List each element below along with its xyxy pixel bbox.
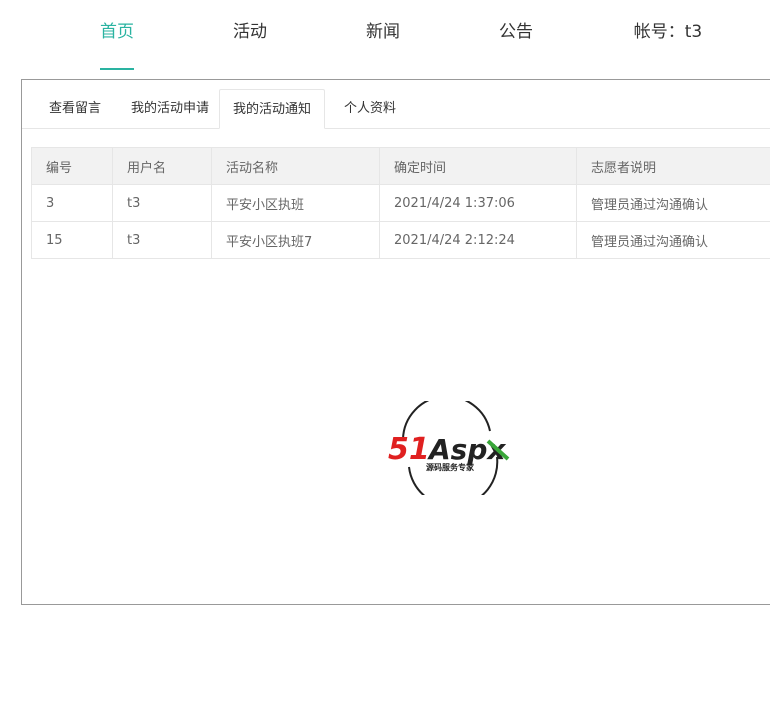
cell-confirm-time: 2021/4/24 2:12:24 <box>379 221 577 259</box>
watermark-logo: 51 Aspx 源码服务专家 <box>388 401 510 495</box>
tab-my-notifications[interactable]: 我的活动通知 <box>219 89 325 129</box>
logo-tagline: 源码服务专家 <box>426 462 475 472</box>
cell-id: 15 <box>31 221 113 259</box>
cell-username: t3 <box>112 184 212 222</box>
col-header-volunteer-note: 志愿者说明 <box>576 147 770 185</box>
tab-profile[interactable]: 个人资料 <box>325 89 415 128</box>
cell-confirm-time: 2021/4/24 1:37:06 <box>379 184 577 222</box>
col-header-username: 用户名 <box>112 147 212 185</box>
table-row[interactable]: 3 t3 平安小区执班 2021/4/24 1:37:06 管理员通过沟通确认 <box>31 184 770 222</box>
tab-bar: 查看留言 我的活动申请 我的活动通知 个人资料 <box>22 89 770 129</box>
top-navigation: 首页 活动 新闻 公告 帐号：t3 <box>0 0 770 72</box>
cell-activity-name: 平安小区执班 <box>211 184 380 222</box>
nav-announcements[interactable]: 公告 <box>499 18 533 46</box>
cell-volunteer-note: 管理员通过沟通确认 <box>576 184 770 222</box>
col-header-id: 编号 <box>31 147 113 185</box>
tab-my-applications[interactable]: 我的活动申请 <box>120 89 220 128</box>
col-header-confirm-time: 确定时间 <box>379 147 577 185</box>
nav-news[interactable]: 新闻 <box>366 18 400 46</box>
cell-activity-name: 平安小区执班7 <box>211 221 380 259</box>
cell-volunteer-note: 管理员通过沟通确认 <box>576 221 770 259</box>
col-header-activity-name: 活动名称 <box>211 147 380 185</box>
table-row[interactable]: 15 t3 平安小区执班7 2021/4/24 2:12:24 管理员通过沟通确… <box>31 221 770 259</box>
nav-home[interactable]: 首页 <box>100 18 134 46</box>
cell-id: 3 <box>31 184 113 222</box>
cell-username: t3 <box>112 221 212 259</box>
table-header-row: 编号 用户名 活动名称 确定时间 志愿者说明 <box>31 147 770 185</box>
nav-account[interactable]: 帐号：t3 <box>628 18 708 46</box>
nav-activities[interactable]: 活动 <box>233 18 267 46</box>
notifications-table: 编号 用户名 活动名称 确定时间 志愿者说明 3 t3 平安小区执班 2021/… <box>31 147 770 259</box>
nav-active-indicator <box>100 68 134 70</box>
tab-view-messages[interactable]: 查看留言 <box>30 89 120 128</box>
content-panel: 查看留言 我的活动申请 我的活动通知 个人资料 编号 用户名 活动名称 确定时间… <box>21 79 770 605</box>
logo-51-text: 51 <box>388 432 430 467</box>
